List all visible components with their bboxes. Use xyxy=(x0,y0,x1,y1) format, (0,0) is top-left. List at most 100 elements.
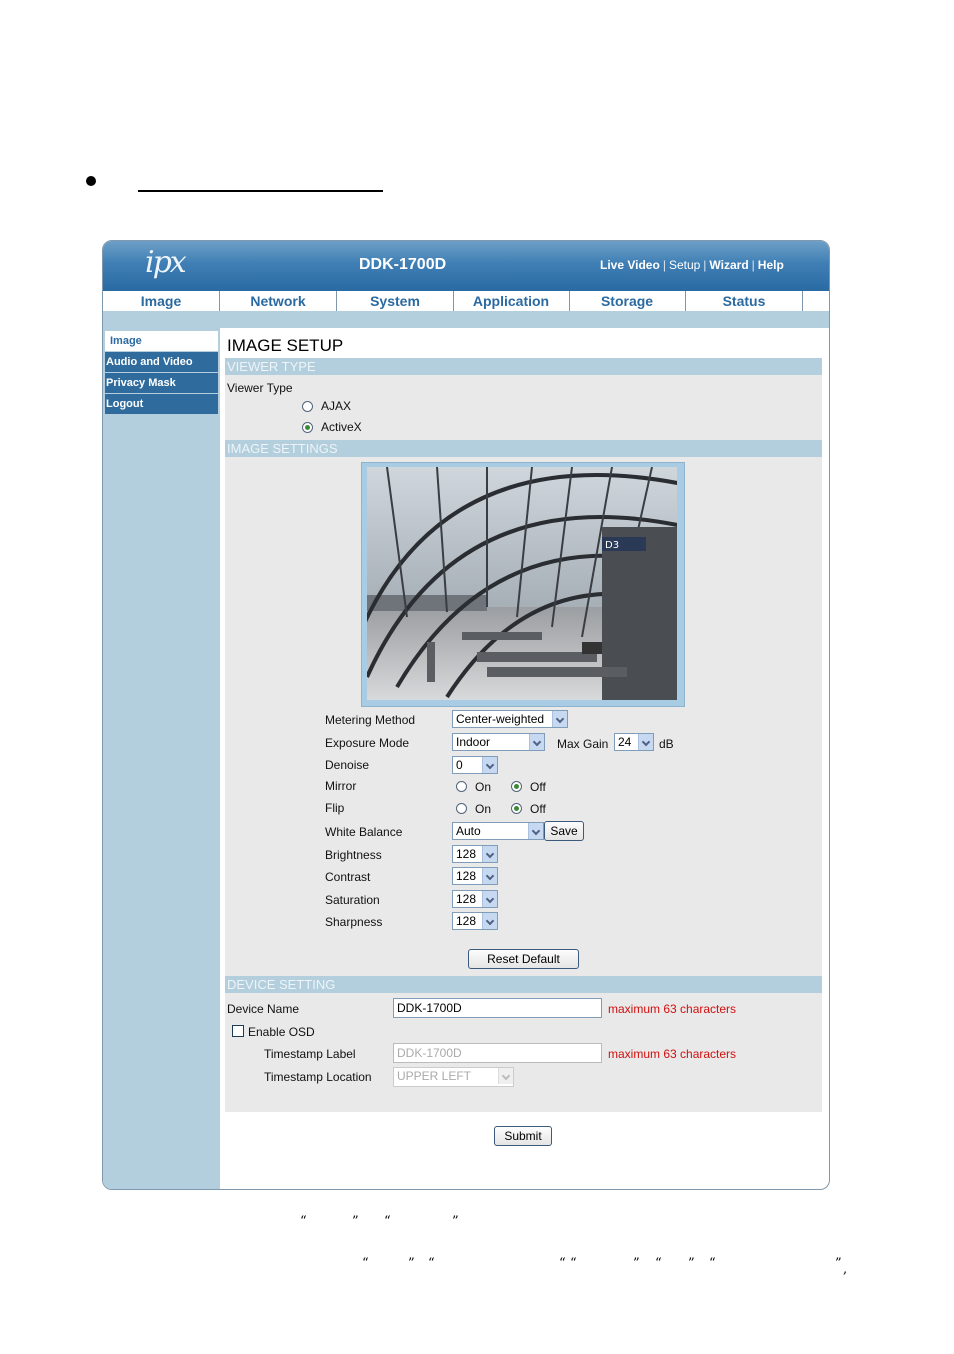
sidebar-item-privacy-mask[interactable]: Privacy Mask xyxy=(105,373,218,393)
activex-label: ActiveX xyxy=(321,420,362,434)
white-balance-label: White Balance xyxy=(325,825,403,839)
saturation-select[interactable]: 128 xyxy=(452,890,498,908)
quote-mark: “ xyxy=(655,1256,662,1271)
flip-on-label: On xyxy=(475,802,492,816)
main-tabs: Image Network System Application Storage… xyxy=(103,291,829,312)
wizard-link[interactable]: Wizard xyxy=(709,258,748,272)
mirror-on-radio[interactable] xyxy=(456,781,467,792)
quote-mark: “ xyxy=(300,1214,307,1229)
chevron-down-icon xyxy=(482,913,497,929)
chevron-down-icon xyxy=(552,711,567,727)
help-link[interactable]: Help xyxy=(758,258,784,272)
image-settings-header: IMAGE SETTINGS xyxy=(225,440,822,457)
camera-preview-image: D3 xyxy=(367,467,677,700)
tab-band xyxy=(103,311,829,328)
metering-method-select[interactable]: Center-weighted xyxy=(452,710,568,728)
live-video-link[interactable]: Live Video xyxy=(600,258,660,272)
saturation-label: Saturation xyxy=(325,893,380,907)
tab-network[interactable]: Network xyxy=(220,291,337,311)
mirror-on-label: On xyxy=(475,780,492,794)
timestamp-label-label: Timestamp Label xyxy=(264,1047,356,1061)
quote-mark: ” xyxy=(688,1256,695,1271)
timestamp-location-label: Timestamp Location xyxy=(264,1070,372,1084)
chevron-down-icon xyxy=(482,868,497,884)
max-gain-unit: dB xyxy=(659,737,674,751)
chevron-down-icon xyxy=(482,891,497,907)
bullet-point xyxy=(86,176,96,186)
quote-mark: “ xyxy=(570,1256,577,1271)
enable-osd-label: Enable OSD xyxy=(248,1025,315,1039)
top-links: Live Video | Setup | Wizard | Help xyxy=(600,258,784,272)
heading-underline xyxy=(138,190,383,192)
tab-application[interactable]: Application xyxy=(453,291,570,311)
brightness-select[interactable]: 128 xyxy=(452,845,498,863)
white-balance-save-button[interactable]: Save xyxy=(544,821,584,841)
timestamp-label-hint: maximum 63 characters xyxy=(608,1047,737,1061)
sidebar-item-image[interactable]: Image xyxy=(105,331,218,351)
setup-link[interactable]: Setup xyxy=(669,258,700,272)
tab-status[interactable]: Status xyxy=(686,291,803,311)
flip-off-label: Off xyxy=(530,802,546,816)
quote-mark: “ xyxy=(559,1256,566,1271)
quote-mark: “ xyxy=(428,1256,435,1271)
quote-mark: ” xyxy=(835,1256,842,1271)
submit-button[interactable]: Submit xyxy=(494,1126,552,1146)
quote-mark: ” xyxy=(408,1256,415,1271)
activex-radio[interactable] xyxy=(302,422,313,433)
max-gain-select[interactable]: 24 xyxy=(614,733,654,751)
chevron-down-icon xyxy=(482,846,497,862)
page-title: IMAGE SETUP xyxy=(227,336,344,355)
sidebar-item-logout[interactable]: Logout xyxy=(105,394,218,414)
camera-preview-frame: D3 xyxy=(361,462,685,707)
tab-storage[interactable]: Storage xyxy=(569,291,686,311)
quote-mark: ” xyxy=(633,1256,640,1271)
tab-system[interactable]: System xyxy=(337,291,454,311)
mirror-label: Mirror xyxy=(325,779,357,793)
tab-image[interactable]: Image xyxy=(103,291,220,311)
timestamp-location-select[interactable]: UPPER LEFT xyxy=(393,1067,514,1087)
gate-sign: D3 xyxy=(605,540,619,551)
reset-default-button[interactable]: Reset Default xyxy=(468,949,579,969)
denoise-label: Denoise xyxy=(325,758,370,772)
camera-web-ui: ipx DDK-1700D Live Video | Setup | Wizard | He… xyxy=(102,240,830,1190)
mirror-off-label: Off xyxy=(530,780,546,794)
device-name-input[interactable]: DDK-1700D xyxy=(393,998,602,1018)
flip-label: Flip xyxy=(325,801,345,815)
device-name-label: Device Name xyxy=(227,1002,300,1016)
metering-method-label: Metering Method xyxy=(325,713,416,727)
viewer-type-header: VIEWER TYPE xyxy=(225,358,822,375)
exposure-mode-label: Exposure Mode xyxy=(325,736,410,750)
exposure-mode-select[interactable]: Indoor xyxy=(452,733,545,751)
sidebar-item-audio-video[interactable]: Audio and Video xyxy=(105,352,218,372)
sharpness-select[interactable]: 128 xyxy=(452,912,498,930)
comma-mark: , xyxy=(843,1262,848,1277)
sharpness-label: Sharpness xyxy=(325,915,383,929)
quote-mark: “ xyxy=(709,1256,716,1271)
white-balance-select[interactable]: Auto xyxy=(452,822,544,840)
device-name-hint: maximum 63 characters xyxy=(608,1002,737,1016)
flip-off-radio[interactable] xyxy=(511,803,522,814)
chevron-down-icon xyxy=(638,734,653,750)
max-gain-label: Max Gain xyxy=(557,737,609,751)
device-setting-header: DEVICE SETTING xyxy=(225,976,822,993)
timestamp-label-input[interactable]: DDK-1700D xyxy=(393,1043,602,1063)
flip-on-radio[interactable] xyxy=(456,803,467,814)
contrast-select[interactable]: 128 xyxy=(452,867,498,885)
quote-mark: “ xyxy=(362,1256,369,1271)
contrast-label: Contrast xyxy=(325,870,371,884)
chevron-down-icon xyxy=(482,757,497,773)
quote-mark: ” xyxy=(452,1214,459,1229)
ajax-label: AJAX xyxy=(321,399,352,413)
ajax-radio[interactable] xyxy=(302,401,313,412)
chevron-down-icon xyxy=(529,734,544,750)
mirror-off-radio[interactable] xyxy=(511,781,522,792)
ipx-logo: ipx xyxy=(145,245,187,280)
viewer-type-label: Viewer Type xyxy=(227,381,293,395)
quote-mark: “ xyxy=(384,1214,391,1229)
chevron-down-icon xyxy=(498,1068,513,1084)
quote-mark: ” xyxy=(352,1214,359,1229)
denoise-select[interactable]: 0 xyxy=(452,756,498,774)
enable-osd-checkbox[interactable] xyxy=(232,1025,244,1037)
brightness-label: Brightness xyxy=(325,848,382,862)
device-title: DDK-1700D xyxy=(359,256,447,273)
